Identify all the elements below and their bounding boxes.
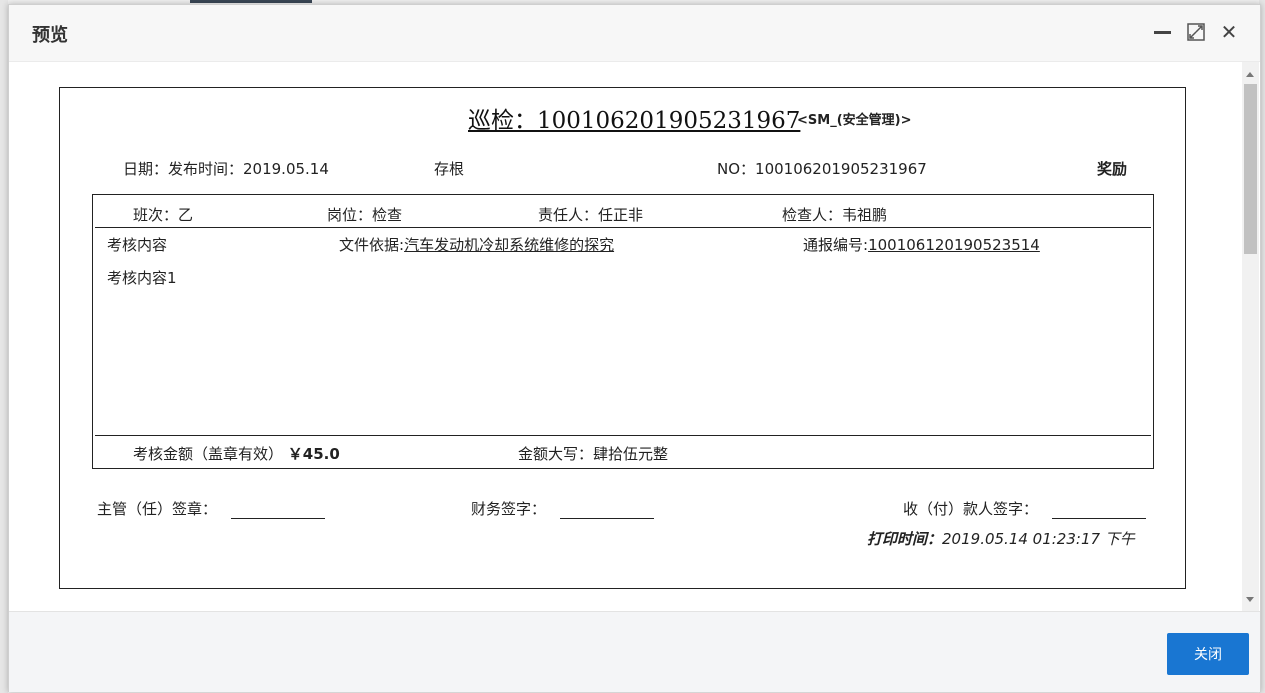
stub-label: 存根 (434, 160, 465, 178)
finance-signature: 财务签字： (471, 498, 655, 519)
supervisor-sign-label: 主管（任）签章： (97, 500, 218, 518)
preview-dialog: 预览 ✕ 巡检：100106201905231967 <SM_(安全管理)> 日… (8, 4, 1261, 692)
report-number-field: 通报编号:100106120190523514 (803, 234, 1040, 255)
assessment-table: 班次：乙 岗位：检查 责任人：任正非 检查人：韦祖鹏 考核内容 文件依据:汽车发… (92, 194, 1154, 469)
table-divider (95, 227, 1151, 228)
signature-line (560, 502, 655, 519)
publish-date: 日期：发布时间：2019.05.14 (123, 160, 329, 178)
scroll-down-icon[interactable] (1246, 597, 1254, 602)
signature-line (231, 502, 326, 519)
report-number-link[interactable]: 100106120190523514 (868, 236, 1040, 254)
payee-sign-label: 收（付）款人签字： (903, 500, 1039, 518)
maximize-icon[interactable] (1185, 21, 1207, 43)
amount-value: ￥45.0 (287, 445, 340, 463)
preview-content: 巡检：100106201905231967 <SM_(安全管理)> 日期：发布时… (9, 62, 1242, 611)
document-sheet: 巡检：100106201905231967 <SM_(安全管理)> 日期：发布时… (59, 87, 1186, 589)
amount-field: 考核金额（盖章有效） ￥45.0 (133, 443, 340, 464)
responsible-field: 责任人：任正非 (538, 206, 644, 224)
assessment-content: 考核内容1 (107, 269, 177, 287)
table-divider (95, 435, 1151, 436)
payee-signature: 收（付）款人签字： (903, 498, 1147, 519)
scroll-up-icon[interactable] (1246, 72, 1254, 77)
dialog-title: 预览 (32, 25, 68, 46)
background-strip-left (0, 0, 8, 693)
print-time-value: 2019.05.14 01:23:17 下午 (942, 530, 1135, 548)
print-time: 打印时间：2019.05.14 01:23:17 下午 (867, 528, 1135, 549)
basis-field: 文件依据:汽车发动机冷却系统维修的探究 (339, 234, 614, 255)
print-time-label: 打印时间： (867, 530, 943, 548)
close-icon[interactable]: ✕ (1218, 21, 1240, 43)
scroll-thumb[interactable] (1244, 84, 1257, 254)
amount-in-words: 金额大写：肆拾伍元整 (518, 445, 669, 463)
basis-link[interactable]: 汽车发动机冷却系统维修的探究 (404, 236, 614, 254)
finance-sign-label: 财务签字： (471, 500, 547, 518)
document-subtitle: <SM_(安全管理)> (797, 113, 912, 128)
amount-label: 考核金额（盖章有效） (133, 445, 284, 463)
signature-line (1052, 502, 1147, 519)
assessment-header: 考核内容 (107, 236, 168, 254)
background-tab-indicator (190, 0, 312, 3)
dialog-footer: 关闭 (9, 611, 1260, 692)
shift-field: 班次：乙 (133, 206, 194, 224)
inspector-field: 检查人：韦祖鹏 (782, 206, 888, 224)
report-number-label: 通报编号: (803, 236, 869, 254)
close-button[interactable]: 关闭 (1167, 633, 1249, 675)
document-title: 巡检：100106201905231967 (468, 108, 801, 134)
minimize-icon[interactable] (1152, 21, 1174, 43)
post-field: 岗位：检查 (327, 206, 403, 224)
vertical-scrollbar[interactable] (1242, 62, 1259, 611)
basis-label: 文件依据: (339, 236, 405, 254)
supervisor-signature: 主管（任）签章： (97, 498, 326, 519)
dialog-header: 预览 ✕ (9, 5, 1260, 62)
document-number: NO：100106201905231967 (717, 160, 927, 178)
record-type: 奖励 (1097, 160, 1128, 178)
